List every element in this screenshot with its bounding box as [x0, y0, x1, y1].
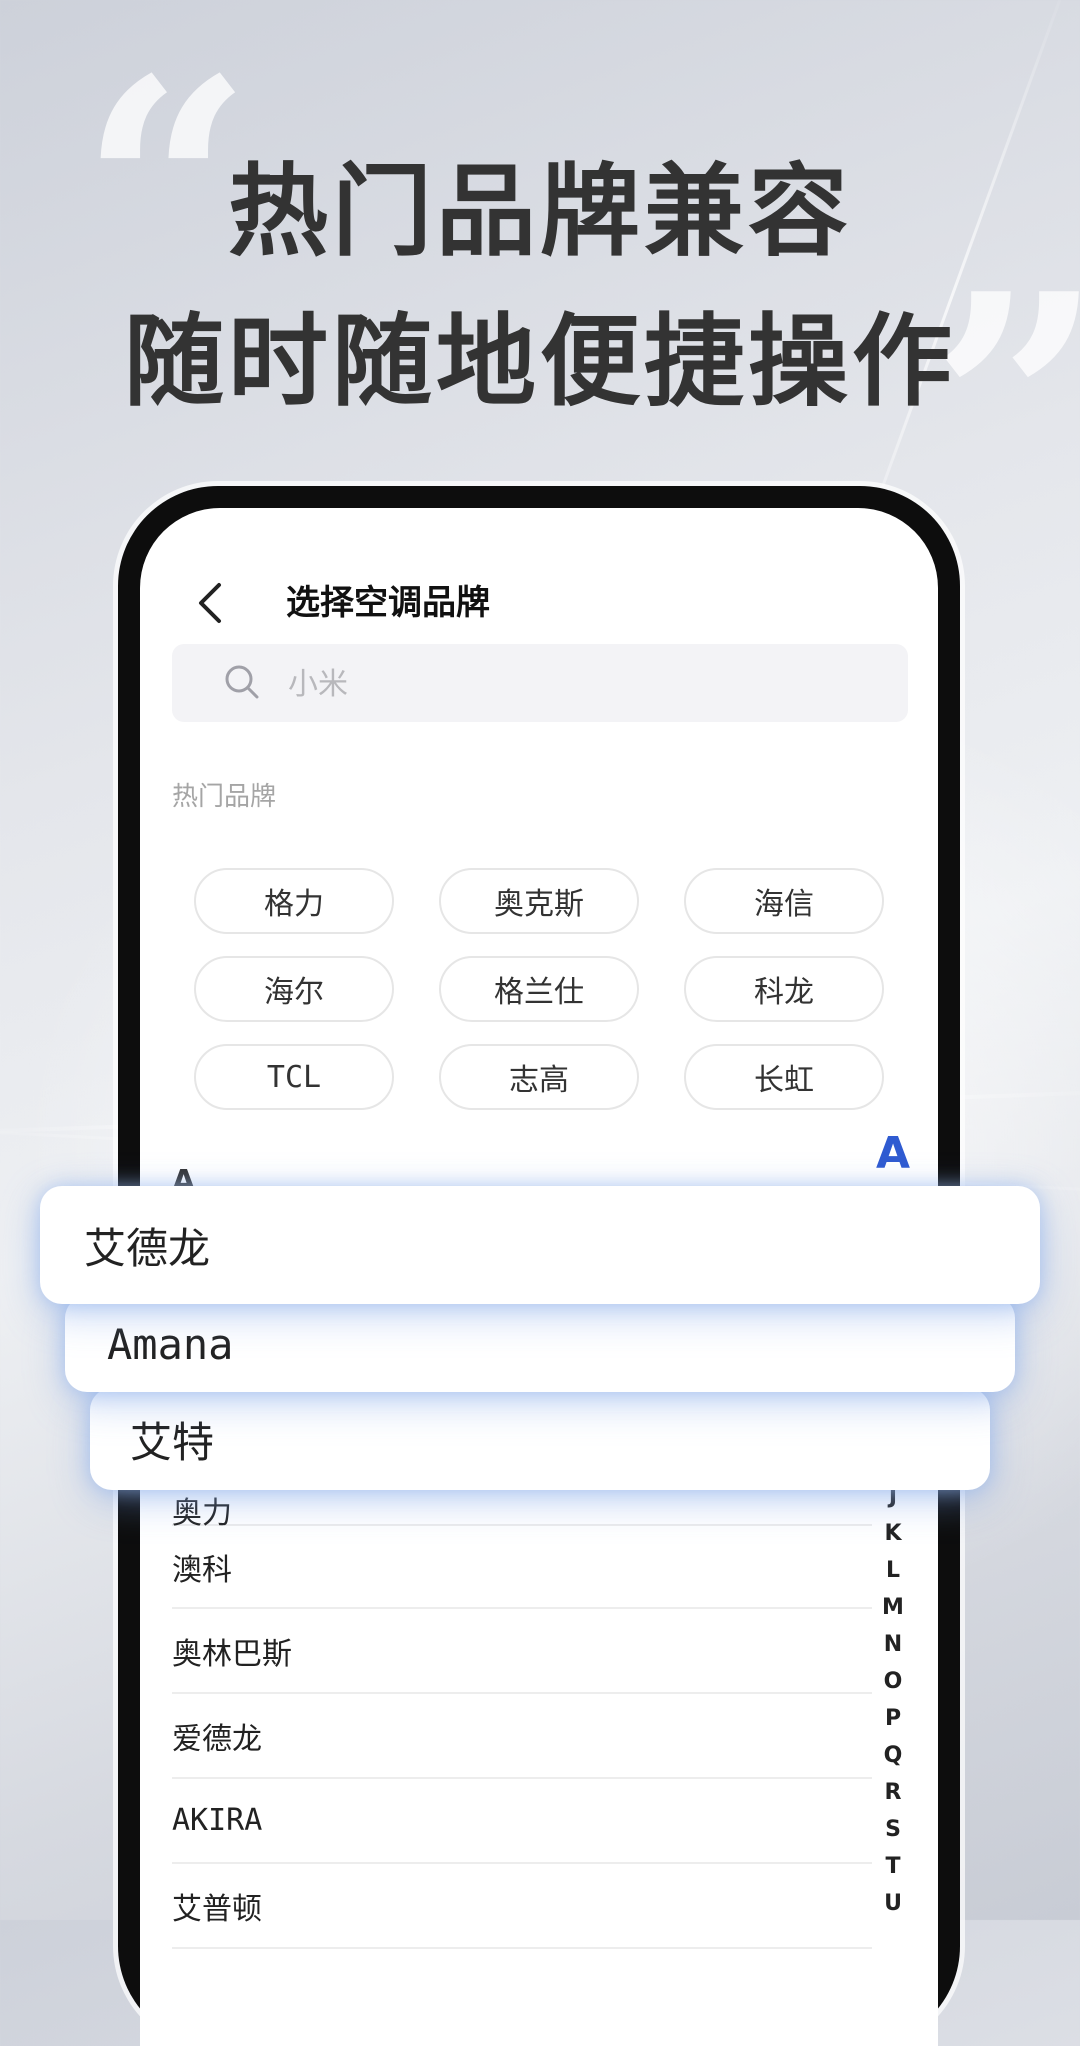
list-item[interactable]: AKIRA — [172, 1779, 872, 1864]
index-letter[interactable]: O — [884, 1663, 903, 1700]
search-icon — [225, 665, 259, 699]
hot-brands-grid: 格力 奥克斯 海信 海尔 格兰仕 科龙 TCL 志高 长虹 — [194, 868, 894, 1110]
headline-line-1: 热门品牌兼容 — [228, 153, 852, 270]
index-letter[interactable]: S — [885, 1811, 901, 1848]
list-item[interactable]: 艾普顿 — [172, 1864, 872, 1949]
brand-chip[interactable]: 格力 — [194, 868, 394, 934]
brand-chip[interactable]: 格兰仕 — [439, 956, 639, 1022]
brand-chip[interactable]: 海尔 — [194, 956, 394, 1022]
brand-chip[interactable]: TCL — [194, 1044, 394, 1110]
index-letter[interactable]: U — [884, 1885, 902, 1922]
floating-brand-card[interactable]: Amana — [65, 1296, 1015, 1392]
chevron-left-icon — [199, 583, 221, 623]
floating-brand-card[interactable]: 艾德龙 — [40, 1186, 1040, 1304]
brand-chip[interactable]: 长虹 — [684, 1044, 884, 1110]
index-letter[interactable]: R — [885, 1774, 902, 1811]
index-letter[interactable]: P — [885, 1700, 901, 1737]
floating-brand-card[interactable]: 艾特 — [90, 1388, 990, 1490]
index-letter[interactable]: K — [884, 1515, 901, 1552]
brand-chip[interactable]: 海信 — [684, 868, 884, 934]
brand-chip[interactable]: 科龙 — [684, 956, 884, 1022]
list-item[interactable]: 奥林巴斯 — [172, 1609, 872, 1694]
index-letter[interactable]: L — [886, 1552, 900, 1589]
hot-brands-label: 热门品牌 — [172, 782, 277, 812]
headline-line-2: 随时随地便捷操作 — [124, 303, 956, 420]
search-bar[interactable] — [172, 644, 908, 724]
index-letter[interactable]: M — [882, 1589, 904, 1626]
back-button[interactable] — [190, 578, 230, 628]
index-letter[interactable]: Q — [884, 1737, 903, 1774]
brand-chip[interactable]: 志高 — [439, 1044, 639, 1110]
page-title: 选择空调品牌 — [286, 583, 490, 623]
brand-chip[interactable]: 奥克斯 — [439, 868, 639, 934]
index-letter[interactable]: N — [884, 1626, 902, 1663]
index-active-letter: A — [876, 1128, 911, 1179]
alphabet-index[interactable]: J K L M N O P Q R S T U — [878, 1478, 908, 1922]
list-item[interactable]: 澳科 — [172, 1524, 872, 1609]
search-input[interactable] — [286, 644, 870, 724]
index-letter[interactable]: T — [885, 1848, 900, 1885]
list-item[interactable]: 爱德龙 — [172, 1694, 872, 1779]
brand-list: 奥力 澳科 奥林巴斯 爱德龙 AKIRA 艾普顿 — [172, 1480, 872, 1949]
